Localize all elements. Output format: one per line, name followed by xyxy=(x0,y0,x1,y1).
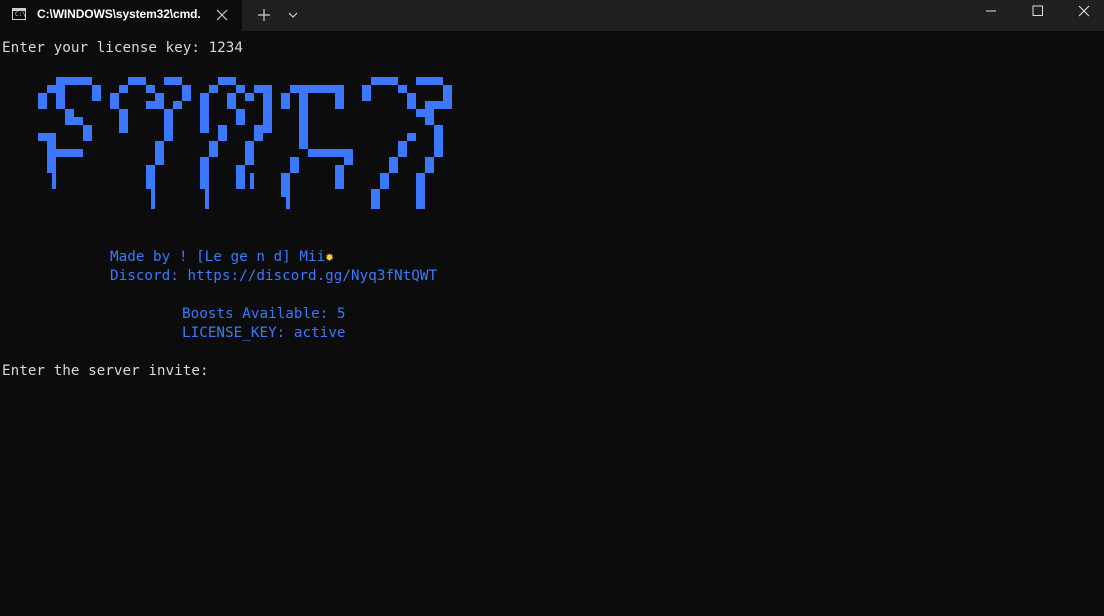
sun-icon: ✹ xyxy=(325,249,334,265)
ascii-art-logo xyxy=(38,77,452,209)
window-close-icon[interactable] xyxy=(1060,0,1104,31)
chevron-down-icon[interactable] xyxy=(282,4,304,26)
license-status: LICENSE_KEY: active xyxy=(182,325,346,341)
cmd-icon: C:\ xyxy=(12,8,26,20)
tab-cmd[interactable]: C:\ C:\WINDOWS\system32\cmd. xyxy=(0,0,242,31)
credits-text: Made by ! [Le ge n d] Mii xyxy=(110,249,326,265)
invite-prompt[interactable]: Enter the server invite: xyxy=(2,362,209,381)
tab-title: C:\WINDOWS\system32\cmd. xyxy=(37,7,201,21)
terminal-window: C:\ C:\WINDOWS\system32\cmd. Enter your … xyxy=(0,0,1104,616)
console-output[interactable]: Enter your license key: 1234 Made by ! [… xyxy=(0,31,1104,616)
title-bar[interactable]: C:\ C:\WINDOWS\system32\cmd. xyxy=(0,0,1104,31)
credits-line: Made by ! [Le ge n d] Mii✹ xyxy=(110,248,334,267)
boosts-status: Boosts Available: 5 xyxy=(182,306,346,322)
close-icon[interactable] xyxy=(212,5,232,25)
maximize-icon[interactable] xyxy=(1014,0,1060,31)
plus-icon[interactable] xyxy=(252,4,276,26)
discord-link[interactable]: Discord: https://discord.gg/Nyq3fNtQWT xyxy=(110,267,437,286)
minimize-icon[interactable] xyxy=(968,0,1014,31)
